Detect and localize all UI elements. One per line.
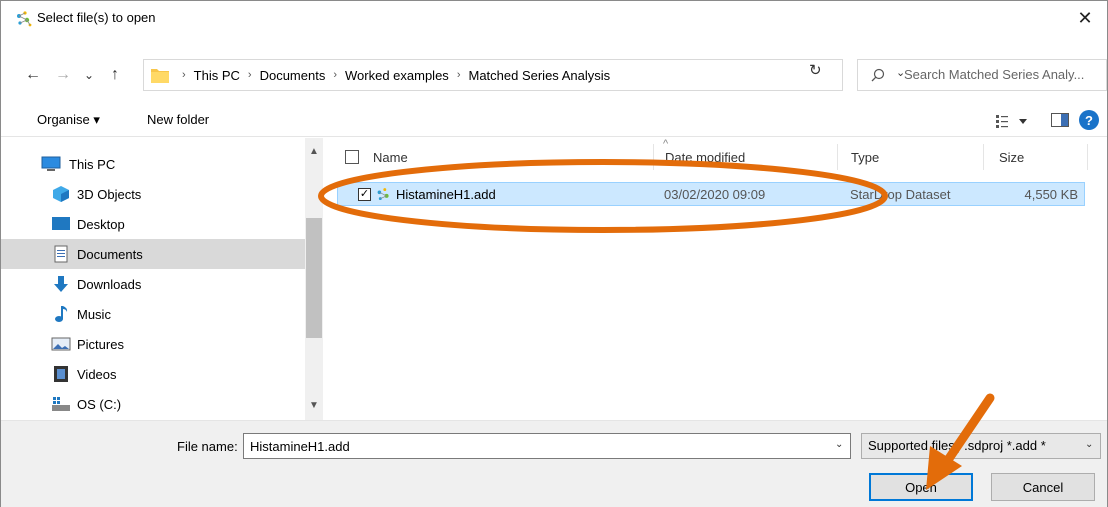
file-type-select[interactable]: Supported files(*.sdproj *.add * xyxy=(861,433,1101,459)
column-divider[interactable] xyxy=(653,144,654,170)
column-divider[interactable] xyxy=(837,144,838,170)
command-toolbar: Organise ▾ New folder ? xyxy=(1,105,1107,137)
organise-button[interactable]: Organise ▾ xyxy=(37,112,100,128)
back-button[interactable]: ← xyxy=(23,63,43,87)
new-folder-button[interactable]: New folder xyxy=(147,112,209,127)
sidebar-item-pictures[interactable]: Pictures xyxy=(1,329,305,359)
sidebar-item-this-pc[interactable]: This PC xyxy=(1,149,305,179)
sidebar-item-label: OS (C:) xyxy=(77,396,122,412)
search-input[interactable]: Search Matched Series Analy... xyxy=(857,59,1107,91)
breadcrumb-worked-examples[interactable]: Worked examples xyxy=(345,68,449,83)
column-header-name[interactable]: Name xyxy=(373,138,408,176)
pictures-icon xyxy=(51,337,71,351)
bottom-panel: File name: ⌄ Supported files(*.sdproj *.… xyxy=(1,420,1107,507)
sidebar-item-label: Downloads xyxy=(77,276,142,292)
column-divider[interactable] xyxy=(983,144,984,170)
file-open-dialog: Select file(s) to open ✕ ← → ⌄ ↑ › This … xyxy=(0,0,1108,507)
sidebar-item-label: Videos xyxy=(77,366,117,382)
column-divider[interactable] xyxy=(1087,144,1088,170)
chevron-down-icon[interactable]: ⌄ xyxy=(1085,439,1093,450)
back-arrow-icon: ← xyxy=(25,66,41,83)
scroll-up-icon[interactable]: ▲ xyxy=(305,146,323,157)
stardrop-app-icon xyxy=(17,11,32,27)
sidebar-item-label: Music xyxy=(77,306,111,322)
desktop-icon xyxy=(52,217,70,230)
sidebar-item-videos[interactable]: Videos xyxy=(1,359,305,389)
stardrop-file-icon xyxy=(377,188,389,201)
breadcrumb-separator[interactable]: › xyxy=(333,69,337,81)
date-modified-cell: 03/02/2020 09:09 xyxy=(664,187,766,202)
close-icon: ✕ xyxy=(1077,7,1093,28)
sidebar-scrollbar-thumb[interactable] xyxy=(306,218,322,338)
table-row[interactable]: ✓ HistamineH1.add 03/02/2020 09:09 StarD… xyxy=(337,182,1085,206)
help-button[interactable]: ? xyxy=(1079,110,1099,130)
row-checkbox[interactable]: ✓ xyxy=(358,188,371,201)
download-icon xyxy=(54,276,68,292)
file-type-value: Supported files(*.sdproj *.add * xyxy=(868,438,1046,453)
open-button[interactable]: Open xyxy=(869,473,973,501)
sidebar-item-label: Desktop xyxy=(77,216,125,232)
size-cell: 4,550 KB xyxy=(1024,187,1079,202)
up-arrow-icon: ↑ xyxy=(111,66,119,83)
select-all-checkbox[interactable] xyxy=(345,150,359,164)
file-list: ^ Name Date modified Type Size ✓ Histami… xyxy=(323,138,1107,420)
cancel-button[interactable]: Cancel xyxy=(991,473,1095,501)
forward-button[interactable]: → xyxy=(53,63,73,87)
document-icon xyxy=(54,245,68,263)
forward-arrow-icon: → xyxy=(55,66,71,83)
breadcrumb: › This PC › Documents › Worked examples … xyxy=(174,60,610,90)
column-header-size[interactable]: Size xyxy=(999,138,1024,176)
sidebar-item-3d-objects[interactable]: 3D Objects xyxy=(1,179,305,209)
up-button[interactable]: ↑ xyxy=(105,63,125,87)
sidebar-item-desktop[interactable]: Desktop xyxy=(1,209,305,239)
video-icon xyxy=(54,366,68,382)
preview-pane-icon[interactable] xyxy=(1051,113,1069,127)
breadcrumb-separator[interactable]: › xyxy=(248,69,252,81)
breadcrumb-separator[interactable]: › xyxy=(457,69,461,81)
scroll-down-icon[interactable]: ▼ xyxy=(305,400,323,411)
sidebar-item-label: Documents xyxy=(77,246,143,262)
navigation-pane: This PC 3D Objects Desktop Documents Dow… xyxy=(1,138,323,420)
sidebar-item-music[interactable]: Music xyxy=(1,299,305,329)
navigation-row: ← → ⌄ ↑ › This PC › Documents › Worked e… xyxy=(1,55,1107,95)
refresh-icon[interactable]: ↻ xyxy=(809,61,822,79)
breadcrumb-matched-series-analysis[interactable]: Matched Series Analysis xyxy=(468,68,610,83)
file-name-label: File name: xyxy=(177,439,238,454)
address-bar[interactable]: › This PC › Documents › Worked examples … xyxy=(143,59,905,91)
title-bar: Select file(s) to open ✕ xyxy=(1,1,1107,35)
help-icon: ? xyxy=(1085,112,1093,128)
folder-icon xyxy=(151,69,169,83)
file-name-input[interactable] xyxy=(243,433,851,459)
cube-icon xyxy=(53,186,69,202)
sidebar-item-os-c[interactable]: OS (C:) xyxy=(1,389,305,419)
view-options-icon[interactable] xyxy=(995,112,1031,130)
file-name-cell: HistamineH1.add xyxy=(396,187,496,202)
column-header-type[interactable]: Type xyxy=(851,138,879,176)
type-cell: StarDrop Dataset xyxy=(850,187,951,202)
search-icon xyxy=(871,68,885,82)
sidebar-item-label: Pictures xyxy=(77,336,124,352)
sidebar-item-label: 3D Objects xyxy=(77,186,142,202)
recent-locations-button[interactable]: ⌄ xyxy=(79,63,99,87)
drive-icon xyxy=(52,397,70,411)
music-icon xyxy=(55,306,68,322)
breadcrumb-documents[interactable]: Documents xyxy=(260,68,326,83)
chevron-down-icon: ⌄ xyxy=(83,68,95,82)
search-placeholder: Search Matched Series Analy... xyxy=(904,67,1085,82)
sidebar-item-label: This PC xyxy=(69,156,116,172)
breadcrumb-this-pc[interactable]: This PC xyxy=(194,68,240,83)
column-header-date-modified[interactable]: Date modified xyxy=(665,138,745,176)
chevron-down-icon[interactable]: ⌄ xyxy=(835,439,843,450)
computer-icon xyxy=(41,156,61,171)
window-title: Select file(s) to open xyxy=(37,10,156,25)
sidebar-item-downloads[interactable]: Downloads xyxy=(1,269,305,299)
sidebar-item-documents[interactable]: Documents xyxy=(1,239,305,269)
breadcrumb-separator: › xyxy=(182,69,186,81)
close-button[interactable]: ✕ xyxy=(1063,1,1107,35)
